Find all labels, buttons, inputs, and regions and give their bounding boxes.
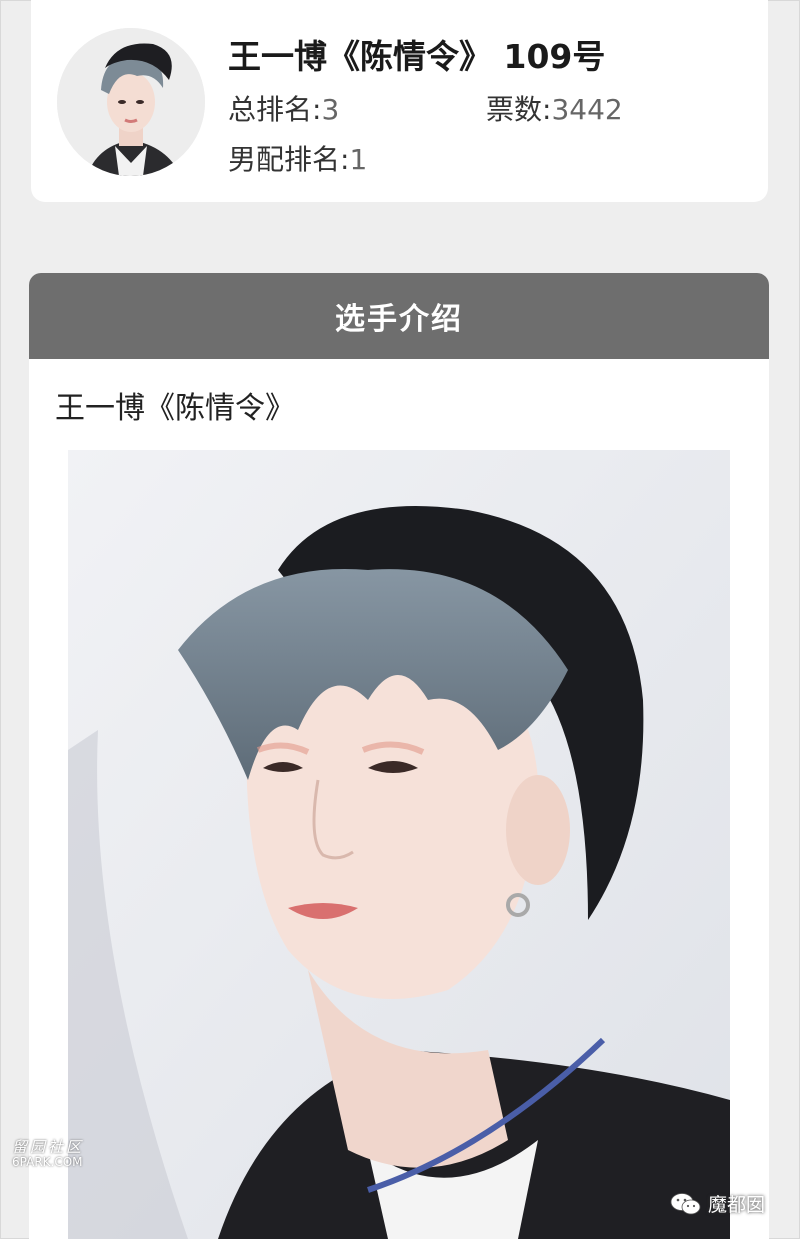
forum-watermark-cn: 留园社区 [12,1138,85,1156]
total-rank-value: 3 [321,93,340,126]
contestant-title: 王一博《陈情令》 109号 [228,37,606,76]
wechat-watermark: 魔都囡 [670,1190,765,1217]
portrait-photo [68,450,730,1239]
votes-value: 3442 [551,93,623,126]
total-rank-label: 总排名: [228,93,322,126]
intro-photo[interactable] [68,450,730,1239]
wechat-icon [670,1192,701,1214]
intro-name: 王一博《陈情令》 [55,391,295,426]
male-rank-label: 男配排名: [228,143,350,176]
male-support-rank: 男配排名:1 [228,138,367,178]
avatar-photo [57,28,205,176]
votes-label: 票数: [486,93,552,126]
forum-watermark: 留园社区 6PARK.COM [12,1140,84,1170]
avatar[interactable] [57,28,205,176]
wechat-watermark-text: 魔都囡 [708,1194,766,1216]
profile-card[interactable]: 王一博《陈情令》 109号 总排名:3 票数:3442 男配排名:1 [31,0,768,202]
intro-card: 选手介绍 王一博《陈情令》 [29,273,769,1239]
male-rank-value: 1 [349,143,368,176]
total-rank: 总排名:3 [228,88,339,128]
vote-count: 票数:3442 [486,88,623,128]
forum-watermark-en: 6PARK.COM [12,1155,83,1169]
intro-header: 选手介绍 [29,273,769,359]
